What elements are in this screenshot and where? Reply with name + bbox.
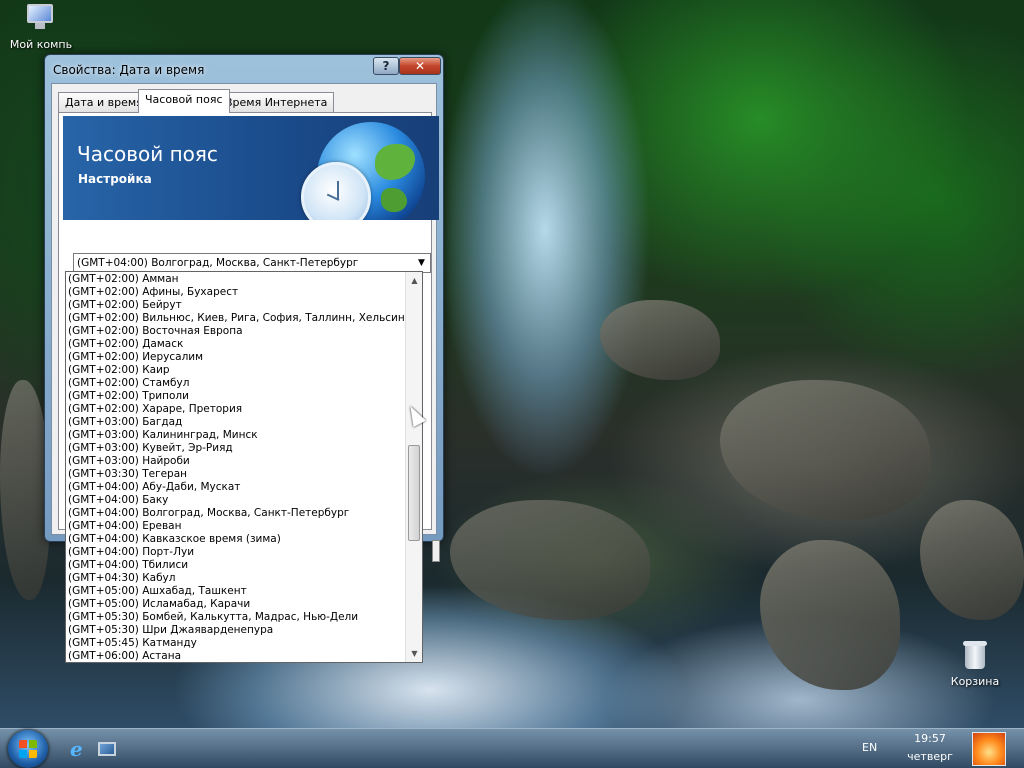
- time-zone-select[interactable]: (GMT+04:00) Волгоград, Москва, Санкт-Пет…: [73, 253, 431, 273]
- time-zone-option[interactable]: (GMT+02:00) Афины, Бухарест: [66, 286, 406, 299]
- time-zone-option[interactable]: (GMT+05:00) Ашхабад, Ташкент: [66, 585, 406, 598]
- time-zone-banner: Часовой пояс Настройка: [63, 116, 439, 220]
- wallpaper-rock: [720, 380, 930, 520]
- chevron-down-icon[interactable]: ▼: [413, 254, 430, 272]
- taskbar: e EN 19:57 четверг: [0, 728, 1024, 768]
- time-zone-option[interactable]: (GMT+05:30) Бомбей, Калькутта, Мадрас, Н…: [66, 611, 406, 624]
- time-zone-option[interactable]: (GMT+05:30) Шри Джаяварденепура: [66, 624, 406, 637]
- time-zone-option[interactable]: (GMT+04:00) Тбилиси: [66, 559, 406, 572]
- windows-logo-icon: [19, 750, 27, 758]
- wallpaper-rock: [0, 380, 50, 600]
- time-zone-option[interactable]: (GMT+02:00) Амман: [66, 273, 406, 286]
- banner-subtitle: Настройка: [78, 172, 152, 186]
- time-zone-option[interactable]: (GMT+05:45) Катманду: [66, 637, 406, 650]
- recycle-bin-icon: [959, 641, 991, 673]
- windows-logo-icon: [19, 740, 27, 748]
- tab-time-zone[interactable]: Часовой пояс: [138, 89, 230, 113]
- partially-hidden-button[interactable]: [432, 540, 440, 562]
- banner-title: Часовой пояс: [77, 142, 218, 166]
- time-zone-option[interactable]: (GMT+04:00) Волгоград, Москва, Санкт-Пет…: [66, 507, 406, 520]
- time-zone-option[interactable]: (GMT+04:00) Ереван: [66, 520, 406, 533]
- desktop-icon-recycle-bin[interactable]: Корзина: [940, 641, 1010, 688]
- windows-logo-icon: [29, 750, 37, 758]
- desktop-icon-label: Корзина: [950, 675, 1000, 688]
- tray-clock-day[interactable]: четверг: [904, 750, 956, 763]
- tray-clock-time[interactable]: 19:57: [904, 732, 956, 745]
- time-zone-option[interactable]: (GMT+04:00) Кавказское время (зима): [66, 533, 406, 546]
- time-zone-select-value: (GMT+04:00) Волгоград, Москва, Санкт-Пет…: [77, 257, 359, 269]
- time-zone-option[interactable]: (GMT+04:00) Порт-Луи: [66, 546, 406, 559]
- time-zone-option[interactable]: (GMT+02:00) Дамаск: [66, 338, 406, 351]
- time-zone-option[interactable]: (GMT+02:00) Восточная Европа: [66, 325, 406, 338]
- wallpaper-rock: [600, 300, 720, 380]
- time-zone-option[interactable]: (GMT+02:00) Триполи: [66, 390, 406, 403]
- time-zone-dropdown-list[interactable]: (GMT+02:00) Амман (GMT+02:00) Афины, Буха…: [65, 271, 423, 663]
- time-zone-option[interactable]: (GMT+04:30) Кабул: [66, 572, 406, 585]
- help-button[interactable]: ?: [373, 57, 399, 75]
- time-zone-option[interactable]: (GMT+03:00) Багдад: [66, 416, 406, 429]
- desktop-icon-my-computer[interactable]: Мой компь: [6, 4, 76, 51]
- scroll-up-icon[interactable]: ▲: [406, 272, 422, 289]
- windows-logo-icon: [29, 740, 37, 748]
- desktop-icon-label: Мой компь: [9, 38, 73, 51]
- close-button[interactable]: ✕: [399, 57, 441, 75]
- time-zone-option[interactable]: (GMT+03:00) Найроби: [66, 455, 406, 468]
- scroll-down-icon[interactable]: ▼: [406, 645, 422, 662]
- wallpaper-rock: [760, 540, 900, 690]
- time-zone-option[interactable]: (GMT+02:00) Вильнюс, Киев, Рига, София, …: [66, 312, 406, 325]
- dialog-titlebar[interactable]: Свойства: Дата и время ? ✕: [45, 55, 443, 83]
- language-indicator[interactable]: EN: [862, 741, 877, 754]
- time-zone-option[interactable]: (GMT+04:00) Абу-Даби, Мускат: [66, 481, 406, 494]
- time-zone-option[interactable]: (GMT+03:30) Тегеран: [66, 468, 406, 481]
- time-zone-option[interactable]: (GMT+03:00) Кувейт, Эр-Рияд: [66, 442, 406, 455]
- wallpaper-rock: [920, 500, 1024, 620]
- wallpaper-rock: [450, 500, 650, 620]
- dialog-title: Свойства: Дата и время: [53, 63, 205, 77]
- time-zone-option[interactable]: (GMT+02:00) Иерусалим: [66, 351, 406, 364]
- time-zone-option[interactable]: (GMT+05:00) Исламабад, Карачи: [66, 598, 406, 611]
- scrollbar-thumb[interactable]: [408, 445, 420, 541]
- internet-explorer-icon[interactable]: e: [70, 739, 90, 759]
- time-zone-options: (GMT+02:00) Амман (GMT+02:00) Афины, Буха…: [66, 273, 406, 662]
- tab-date-and-time[interactable]: Дата и время: [58, 92, 150, 112]
- user-picture-icon[interactable]: [972, 732, 1006, 766]
- time-zone-option[interactable]: (GMT+04:00) Баку: [66, 494, 406, 507]
- start-button[interactable]: [8, 730, 48, 768]
- show-desktop-icon[interactable]: [98, 742, 116, 756]
- time-zone-option[interactable]: (GMT+06:00) Астана: [66, 650, 406, 662]
- time-zone-option[interactable]: (GMT+02:00) Бейрут: [66, 299, 406, 312]
- time-zone-option[interactable]: (GMT+02:00) Хараре, Претория: [66, 403, 406, 416]
- time-zone-option[interactable]: (GMT+02:00) Стамбул: [66, 377, 406, 390]
- tab-internet-time[interactable]: Время Интернета: [218, 92, 335, 112]
- time-zone-option[interactable]: (GMT+03:00) Калининград, Минск: [66, 429, 406, 442]
- computer-icon: [25, 4, 57, 36]
- dropdown-scrollbar[interactable]: ▲ ▼: [405, 272, 422, 662]
- time-zone-option[interactable]: (GMT+02:00) Каир: [66, 364, 406, 377]
